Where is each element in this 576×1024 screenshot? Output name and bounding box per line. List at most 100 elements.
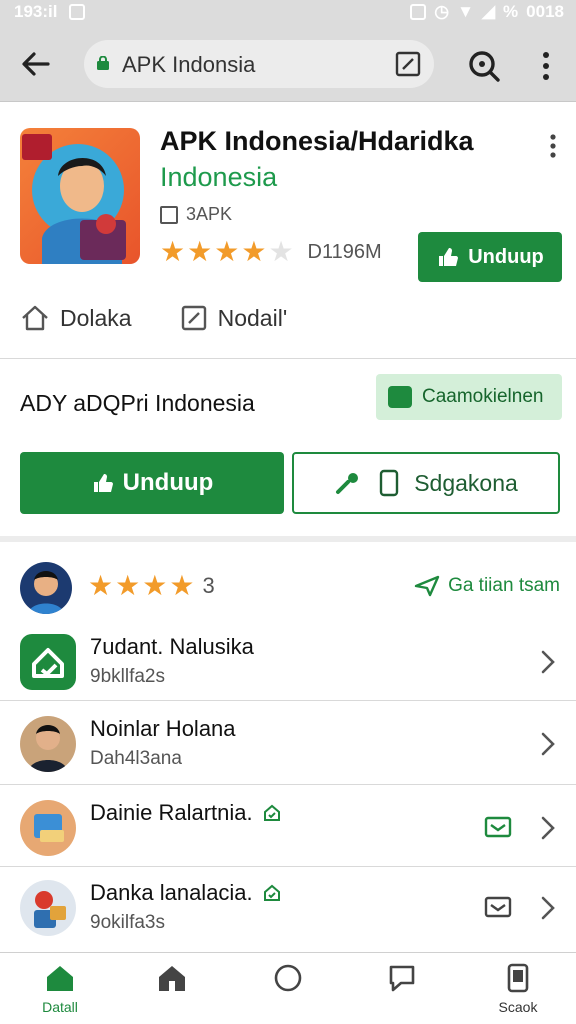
search-icon[interactable] bbox=[466, 48, 502, 84]
app-tag-label: 3APK bbox=[186, 204, 233, 224]
link-first-label: Dolaka bbox=[60, 304, 132, 331]
link-second[interactable]: Nodail' bbox=[180, 304, 288, 332]
star-icon: ★ bbox=[169, 570, 195, 601]
chat-bubble-icon bbox=[388, 386, 412, 408]
star-icon: ★ bbox=[115, 570, 141, 601]
browser-toolbar: APK Indonsia bbox=[0, 26, 576, 102]
links-row: Dolaka Nodail' bbox=[20, 304, 287, 332]
app-title: APK Indonesia/Hdaridka bbox=[160, 126, 474, 156]
install-button-label: Unduup bbox=[468, 245, 544, 268]
rating-row: ★ ★ ★ ★ ★ D1196M bbox=[160, 238, 382, 266]
section-title: ADY aDQPri Indonesia bbox=[20, 390, 255, 416]
star-icon: ★ bbox=[214, 236, 240, 267]
list-item[interactable]: Danka lanalacia. 9okilfa3s bbox=[0, 870, 576, 950]
circle-icon bbox=[274, 964, 302, 992]
install-button[interactable]: Unduup bbox=[418, 232, 562, 282]
app-list-icon bbox=[20, 880, 76, 936]
review-link[interactable]: Ga tiian tsam bbox=[414, 574, 560, 598]
secondary-button[interactable]: Sdgakona bbox=[292, 452, 560, 514]
rating-count: D1196M bbox=[307, 240, 382, 263]
chevron-right-icon bbox=[541, 896, 555, 920]
list-item-title: Danka lanalacia. bbox=[90, 880, 253, 905]
verified-icon bbox=[263, 884, 280, 901]
link-second-label: Nodail' bbox=[217, 304, 288, 331]
home-outline-icon bbox=[22, 305, 48, 331]
divider bbox=[0, 358, 576, 359]
install-button-large-label: Unduup bbox=[122, 469, 214, 496]
secondary-button-label: Sdgakona bbox=[414, 469, 518, 496]
download-icon bbox=[439, 248, 459, 266]
edit-icon[interactable] bbox=[394, 50, 422, 78]
app-tag: 3APK bbox=[160, 204, 232, 225]
list-item-subtitle: 9okilfa3s bbox=[90, 912, 165, 933]
divider bbox=[0, 784, 576, 785]
mail-icon[interactable] bbox=[484, 896, 512, 918]
status-time-right: 0018 bbox=[526, 2, 564, 21]
review-row: ★ ★ ★ ★ 3 Ga tiian tsam bbox=[20, 562, 560, 614]
app-more-icon[interactable] bbox=[546, 132, 560, 160]
app-developer[interactable]: Indonesia bbox=[160, 162, 277, 193]
avatar bbox=[20, 562, 72, 614]
star-icon: ★ bbox=[142, 570, 168, 601]
nav-item-label: Datall bbox=[42, 999, 78, 1015]
nav-item-chat[interactable] bbox=[362, 963, 442, 1019]
list-item-title-row: Dainie Ralartnia. bbox=[90, 800, 281, 826]
nav-item-home[interactable]: Datall bbox=[20, 963, 100, 1019]
review-link-label: Ga tiian tsam bbox=[448, 575, 560, 596]
nav-item-circle[interactable] bbox=[248, 963, 328, 1019]
tool-icon bbox=[336, 473, 359, 494]
chat-icon bbox=[389, 965, 415, 992]
category-chip[interactable]: Caamokielnen bbox=[376, 374, 562, 420]
chevron-right-icon bbox=[541, 650, 555, 674]
app-icon bbox=[20, 128, 140, 264]
tag-icon bbox=[160, 205, 178, 224]
divider bbox=[0, 866, 576, 867]
phone-outline-icon bbox=[380, 469, 399, 497]
review-stars: ★ ★ ★ ★ 3 bbox=[88, 572, 215, 600]
list-item[interactable]: 7udant. Nalusika 9bkllfa2s bbox=[0, 624, 576, 704]
section-divider bbox=[0, 536, 576, 542]
list-item-title: 7udant. Nalusika bbox=[90, 634, 254, 659]
status-bar: 193:il ◷ ▼ ◢ % 0018 bbox=[0, 0, 576, 26]
nav-item-store[interactable] bbox=[132, 963, 212, 1019]
list-item[interactable]: Dainie Ralartnia. bbox=[0, 790, 576, 870]
battery-icon: % bbox=[503, 2, 519, 21]
list-item-title: Noinlar Holana bbox=[90, 716, 236, 741]
list-item-subtitle: 9bkllfa2s bbox=[90, 666, 165, 687]
list-item-subtitle: Dah4l3ana bbox=[90, 748, 182, 769]
avatar bbox=[20, 716, 76, 772]
app-list-icon bbox=[20, 634, 76, 690]
download-icon bbox=[93, 474, 113, 492]
lock-icon bbox=[97, 56, 109, 70]
chevron-right-icon bbox=[541, 732, 555, 756]
signal-icon: ◢ bbox=[481, 2, 496, 21]
wifi-icon: ▼ bbox=[457, 2, 474, 21]
category-chip-label: Caamokielnen bbox=[422, 386, 544, 407]
star-half-icon: ★ bbox=[241, 236, 267, 267]
bottom-nav: Datall Scaok bbox=[0, 952, 576, 1024]
app-list-icon bbox=[20, 800, 76, 856]
list-item-title-row: Danka lanalacia. bbox=[90, 880, 281, 906]
nav-item-label: Scaok bbox=[498, 999, 538, 1015]
chevron-right-icon bbox=[541, 816, 555, 840]
more-vert-icon[interactable] bbox=[536, 48, 556, 84]
mail-icon[interactable] bbox=[484, 816, 512, 838]
star-icon: ★ bbox=[160, 236, 186, 267]
url-bar[interactable]: APK Indonsia bbox=[84, 40, 434, 88]
phone-icon bbox=[507, 963, 529, 993]
list-item-title: Dainie Ralartnia. bbox=[90, 800, 253, 825]
status-time-left: 193:il bbox=[14, 2, 58, 21]
star-empty-icon: ★ bbox=[268, 236, 294, 267]
store-icon bbox=[159, 966, 185, 991]
url-text: APK Indonsia bbox=[122, 52, 256, 77]
back-arrow-icon[interactable] bbox=[18, 46, 54, 82]
list-item[interactable]: Noinlar Holana Dah4l3ana bbox=[0, 706, 576, 786]
divider bbox=[0, 700, 576, 701]
link-first[interactable]: Dolaka bbox=[20, 304, 132, 332]
photo-icon bbox=[69, 4, 86, 20]
install-button-large[interactable]: Unduup bbox=[20, 452, 284, 514]
nav-item-phone[interactable]: Scaok bbox=[478, 963, 558, 1019]
nfc-icon bbox=[410, 4, 427, 20]
home-filled-icon bbox=[47, 966, 73, 991]
send-icon bbox=[414, 575, 440, 597]
